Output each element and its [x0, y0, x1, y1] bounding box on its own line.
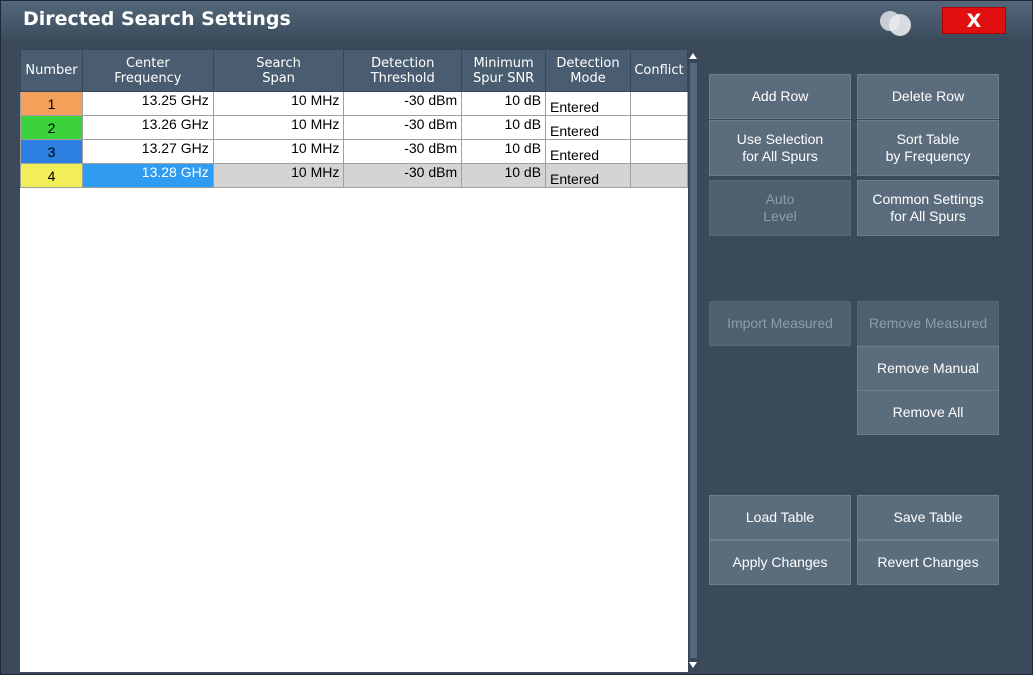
remove-manual-button[interactable]: Remove Manual: [857, 346, 999, 391]
detection-mode-cell[interactable]: Entered: [545, 91, 631, 116]
remove-all-button[interactable]: Remove All: [857, 390, 999, 435]
header-detection-mode[interactable]: Detection Mode: [545, 49, 631, 92]
directed-search-settings-dialog: Directed Search Settings X Number Center…: [0, 0, 1033, 675]
dialog-title: Directed Search Settings: [23, 8, 291, 30]
common-settings-for-all-spurs-button[interactable]: Common Settings for All Spurs: [857, 180, 999, 236]
apply-changes-button[interactable]: Apply Changes: [709, 540, 851, 585]
minimum-spur-snr-cell[interactable]: 10 dB: [461, 115, 547, 140]
header-search-span[interactable]: Search Span: [212, 49, 345, 92]
detection-threshold-cell[interactable]: -30 dBm: [343, 139, 463, 164]
conflict-cell: [629, 163, 688, 188]
conflict-cell: [629, 91, 688, 116]
header-number[interactable]: Number: [20, 49, 83, 92]
load-table-button[interactable]: Load Table: [709, 495, 851, 540]
close-button[interactable]: X: [942, 7, 1006, 34]
scroll-up-arrow-icon[interactable]: [689, 53, 697, 59]
detection-mode-cell[interactable]: Entered: [545, 163, 631, 188]
revert-changes-button[interactable]: Revert Changes: [857, 540, 999, 585]
search-span-cell[interactable]: 10 MHz: [212, 163, 345, 188]
table-row-selected[interactable]: 4 13.28 GHz 10 MHz -30 dBm 10 dB Entered: [20, 163, 688, 188]
header-conflict[interactable]: Conflict: [629, 49, 688, 92]
spur-table-area: Number Center Frequency Search Span Dete…: [20, 49, 688, 672]
minimum-spur-snr-cell[interactable]: 10 dB: [461, 91, 547, 116]
spur-table: Number Center Frequency Search Span Dete…: [20, 49, 688, 188]
row-number-cell[interactable]: 1: [20, 91, 83, 116]
title-bar: Directed Search Settings X: [1, 1, 1032, 38]
conflict-cell: [629, 139, 688, 164]
search-span-cell[interactable]: 10 MHz: [212, 91, 345, 116]
header-minimum-spur-snr[interactable]: Minimum Spur SNR: [461, 49, 547, 92]
table-scrollbar[interactable]: [688, 49, 699, 672]
center-frequency-cell[interactable]: 13.25 GHz: [81, 91, 214, 116]
center-frequency-cell-focused[interactable]: 13.28 GHz: [81, 163, 214, 188]
detection-threshold-cell[interactable]: -30 dBm: [343, 163, 463, 188]
use-selection-for-all-spurs-button[interactable]: Use Selection for All Spurs: [709, 120, 851, 176]
scroll-track[interactable]: [690, 63, 697, 658]
save-table-button[interactable]: Save Table: [857, 495, 999, 540]
row-number-cell[interactable]: 4: [20, 163, 83, 188]
table-header-row: Number Center Frequency Search Span Dete…: [20, 49, 688, 92]
row-number-cell[interactable]: 2: [20, 115, 83, 140]
minimum-spur-snr-cell[interactable]: 10 dB: [461, 163, 547, 188]
search-span-cell[interactable]: 10 MHz: [212, 115, 345, 140]
center-frequency-cell[interactable]: 13.26 GHz: [81, 115, 214, 140]
add-row-button[interactable]: Add Row: [709, 74, 851, 119]
detection-threshold-cell[interactable]: -30 dBm: [343, 91, 463, 116]
table-row[interactable]: 2 13.26 GHz 10 MHz -30 dBm 10 dB Entered: [20, 115, 688, 140]
delete-row-button[interactable]: Delete Row: [857, 74, 999, 119]
sort-table-by-frequency-button[interactable]: Sort Table by Frequency: [857, 120, 999, 176]
detection-mode-cell[interactable]: Entered: [545, 115, 631, 140]
remove-measured-button[interactable]: Remove Measured: [857, 301, 999, 346]
minimum-spur-snr-cell[interactable]: 10 dB: [461, 139, 547, 164]
scroll-down-arrow-icon[interactable]: [689, 662, 697, 668]
header-detection-threshold[interactable]: Detection Threshold: [343, 49, 463, 92]
import-measured-button[interactable]: Import Measured: [709, 301, 851, 346]
header-center-frequency[interactable]: Center Frequency: [81, 49, 214, 92]
help-icon[interactable]: [876, 7, 916, 39]
auto-level-button[interactable]: Auto Level: [709, 180, 851, 236]
conflict-cell: [629, 115, 688, 140]
table-row[interactable]: 1 13.25 GHz 10 MHz -30 dBm 10 dB Entered: [20, 91, 688, 116]
table-row[interactable]: 3 13.27 GHz 10 MHz -30 dBm 10 dB Entered: [20, 139, 688, 164]
search-span-cell[interactable]: 10 MHz: [212, 139, 345, 164]
center-frequency-cell[interactable]: 13.27 GHz: [81, 139, 214, 164]
detection-threshold-cell[interactable]: -30 dBm: [343, 115, 463, 140]
row-number-cell[interactable]: 3: [20, 139, 83, 164]
detection-mode-cell[interactable]: Entered: [545, 139, 631, 164]
